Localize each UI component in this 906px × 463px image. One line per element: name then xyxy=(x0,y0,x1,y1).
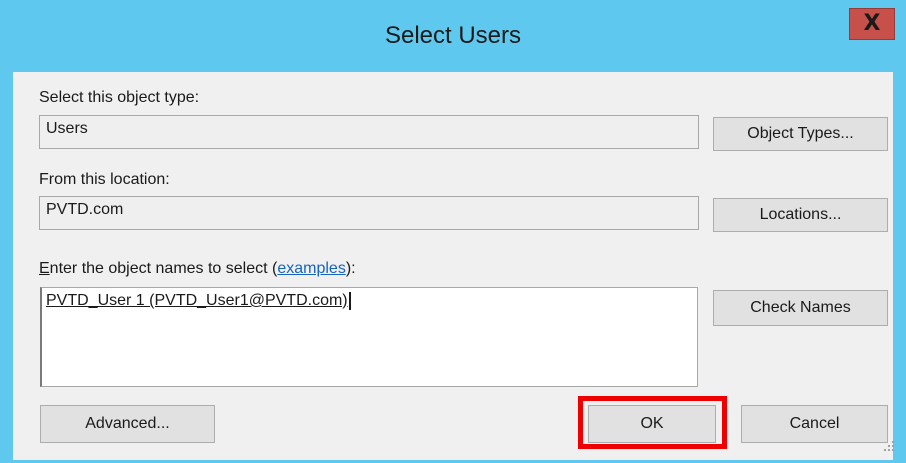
examples-link[interactable]: examples xyxy=(277,260,345,277)
advanced-button[interactable]: Advanced... xyxy=(40,405,215,443)
resize-grip-icon[interactable] xyxy=(883,440,895,452)
names-label: Enter the object names to select (exampl… xyxy=(39,260,356,278)
check-names-button[interactable]: Check Names xyxy=(713,290,888,326)
dialog-title: Select Users xyxy=(384,22,522,49)
close-icon: X xyxy=(863,11,881,36)
object-types-button[interactable]: Object Types... xyxy=(713,117,888,151)
object-type-label: Select this object type: xyxy=(39,89,200,106)
select-users-dialog: Select Users X Select this object type: … xyxy=(0,0,906,463)
resolved-user-entry: PVTD_User 1 (PVTD_User1@PVTD.com) xyxy=(46,292,351,310)
names-label-end: ): xyxy=(345,260,356,277)
title-bar: Select Users X xyxy=(0,0,906,72)
object-names-input[interactable]: PVTD_User 1 (PVTD_User1@PVTD.com) xyxy=(40,287,698,387)
location-field: PVTD.com xyxy=(39,196,699,230)
dialog-body: Select this object type: Users Object Ty… xyxy=(13,72,893,460)
names-label-text: nter the object names to select ( xyxy=(49,260,278,277)
object-type-field: Users xyxy=(39,115,699,149)
locations-button[interactable]: Locations... xyxy=(713,198,888,232)
location-label: From this location: xyxy=(39,171,170,188)
ok-highlight-box xyxy=(578,396,727,449)
close-button[interactable]: X xyxy=(849,8,895,40)
names-label-accesskey: E xyxy=(39,260,50,277)
cancel-button[interactable]: Cancel xyxy=(741,405,888,443)
